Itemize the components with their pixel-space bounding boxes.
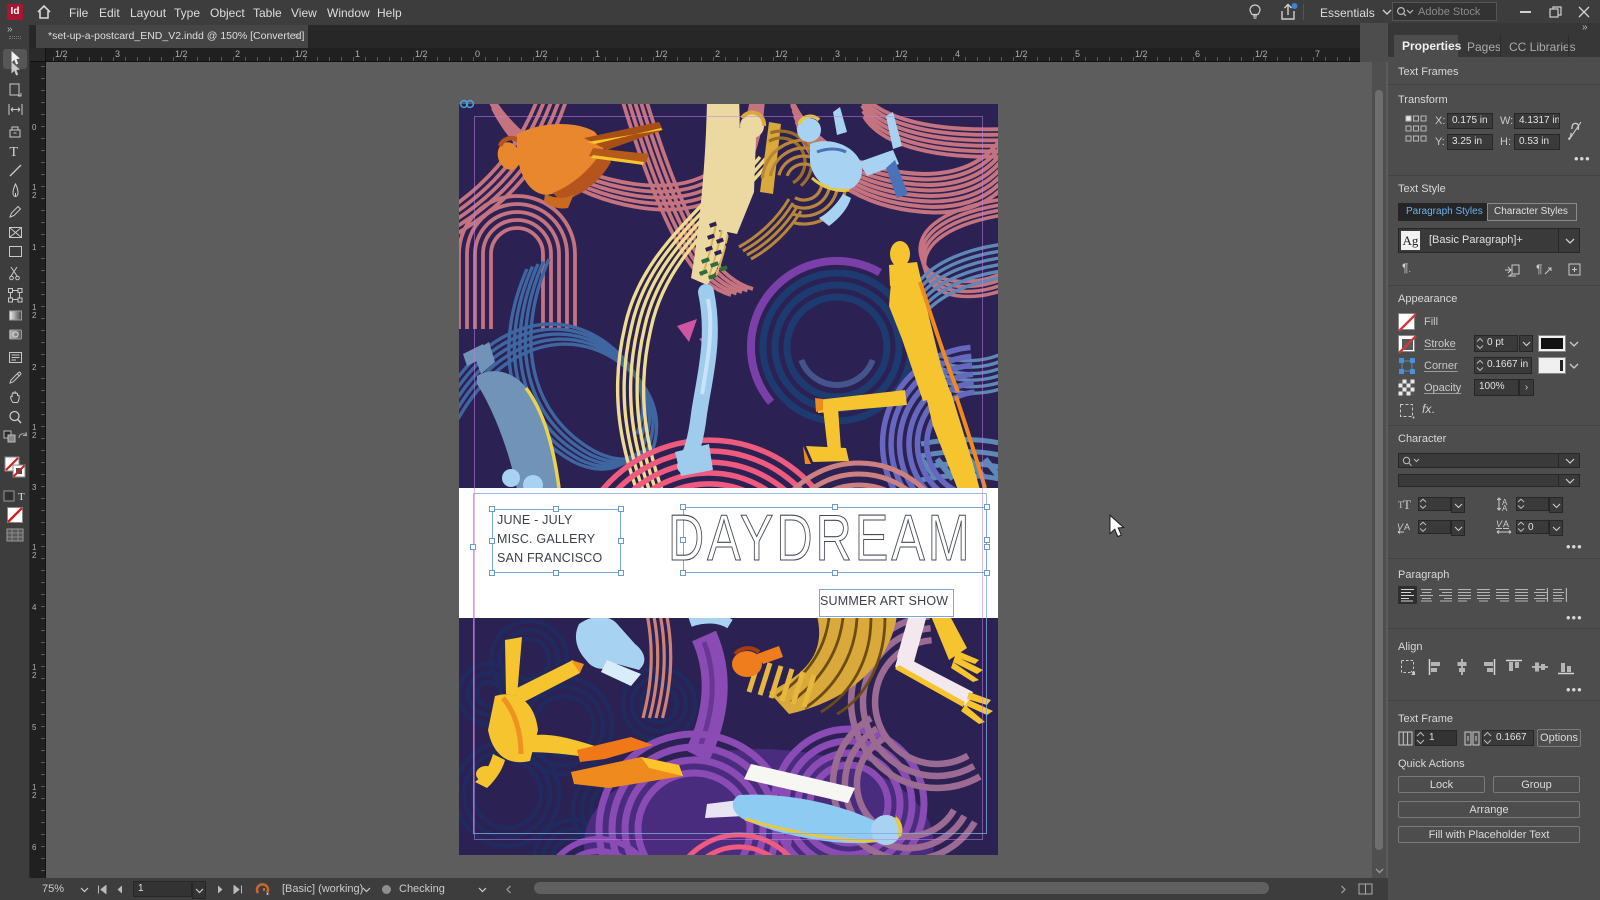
svg-text:V: V: [1496, 519, 1503, 529]
svg-text:A: A: [1502, 504, 1508, 512]
svg-text:T: T: [18, 491, 25, 502]
svg-text:T: T: [10, 145, 19, 159]
svg-text:T: T: [1403, 497, 1411, 510]
svg-text:¶: ¶: [1536, 262, 1542, 276]
svg-text:V: V: [1397, 522, 1404, 532]
svg-text:A: A: [1404, 522, 1410, 532]
svg-text:A: A: [1503, 519, 1509, 529]
